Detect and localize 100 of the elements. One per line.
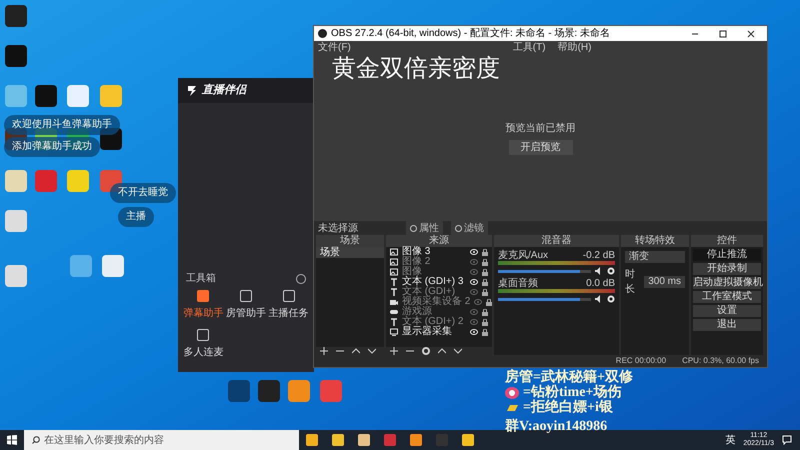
channel-reading: -0.2 dB — [582, 251, 615, 261]
window-title: OBS 27.2.4 (64-bit, windows) - 配置文件: 未命名 - 场景: 未命名 — [331, 26, 611, 41]
desktop-app-icon[interactable] — [258, 380, 280, 402]
overlay-text: =钻粉time+场伤 — [523, 385, 622, 400]
source-name[interactable]: 文本 (GDI+) — [402, 287, 466, 297]
tool-button[interactable]: 房管助手 — [224, 290, 268, 321]
scene-item[interactable]: 场景 — [316, 247, 384, 258]
dock-title: 场景 — [316, 235, 384, 247]
source-name[interactable]: 文本 (GDI+) 3 — [402, 277, 466, 287]
lock-icon — [482, 248, 488, 256]
menu-item[interactable]: 帮助(H) — [558, 41, 592, 54]
lock-icon — [486, 298, 492, 306]
dock-title: 来源 — [386, 235, 492, 247]
logo-icon — [186, 84, 198, 96]
control-button[interactable]: 启动虚拟摄像机 — [693, 277, 761, 289]
tool-button[interactable]: 主播任务 — [267, 290, 310, 321]
start-icon — [7, 435, 17, 445]
selection-status: 未选择源 — [318, 222, 359, 234]
move-down-icon — [454, 347, 462, 355]
desktop-app-icon[interactable] — [67, 170, 89, 192]
toolbox-title: 工具箱 — [186, 272, 216, 286]
source-name[interactable]: 显示器采集 — [402, 327, 466, 337]
desktop-app-icon[interactable] — [67, 85, 89, 107]
chat-toast: 添加弹幕助手成功 — [4, 137, 100, 157]
channel-name: 麦克风/Aux — [498, 251, 548, 261]
desktop-app-icon[interactable] — [102, 255, 124, 277]
text-source-icon — [390, 318, 398, 326]
duration-label: 时长 — [625, 268, 636, 297]
lock-icon — [482, 258, 488, 266]
input-method[interactable]: 英 — [725, 432, 736, 448]
control-button[interactable]: 设置 — [693, 305, 761, 317]
toolbar-button[interactable]: 属性 — [406, 220, 443, 236]
add-icon — [320, 347, 328, 355]
source-name[interactable]: 图像 2 — [402, 257, 466, 267]
chat-toast: 主播 — [118, 207, 154, 227]
control-button[interactable]: 开始录制 — [693, 263, 761, 275]
tool-button[interactable]: 多人连麦 — [182, 329, 225, 360]
taskbar-app-icon[interactable] — [332, 434, 344, 446]
desktop-app-icon[interactable] — [288, 380, 310, 402]
more-icon[interactable] — [296, 274, 306, 284]
tool-button[interactable]: 弹幕助手 — [182, 290, 225, 321]
settings-icon — [607, 267, 615, 275]
overlay-text: 房管=武林秘籍+双修 — [505, 370, 633, 385]
camera-source-icon — [390, 298, 398, 306]
desktop-app-icon[interactable] — [5, 45, 27, 67]
control-button[interactable]: 退出 — [693, 319, 761, 331]
dock-title: 混音器 — [494, 235, 619, 247]
badge-icon — [505, 386, 519, 398]
maximize-icon — [719, 30, 727, 38]
speaker-icon — [595, 267, 603, 275]
menu-item[interactable]: 文件(F) — [318, 41, 351, 54]
desktop-app-icon[interactable] — [100, 85, 122, 107]
text-source-icon — [390, 288, 398, 296]
channel-reading: 0.0 dB — [586, 279, 615, 289]
app-title: 直播伴侣 — [202, 82, 246, 98]
source-name[interactable]: 文本 (GDI+) 2 — [402, 317, 466, 327]
duration-field[interactable]: 300 ms — [644, 276, 685, 288]
toolbar-button[interactable]: 滤镜 — [451, 220, 488, 236]
move-up-icon — [438, 347, 446, 355]
volume-slider[interactable] — [498, 298, 591, 300]
volume-slider[interactable] — [498, 270, 591, 272]
taskbar-app-icon[interactable] — [462, 434, 474, 446]
desktop-app-icon[interactable] — [228, 380, 250, 402]
desktop-app-icon[interactable] — [5, 170, 27, 192]
control-button[interactable]: 停止推流 — [693, 249, 761, 261]
lock-icon — [482, 318, 488, 326]
move-down-icon — [368, 347, 376, 355]
source-name[interactable]: 图像 3 — [402, 247, 466, 257]
recording-time: REC 00:00:00 — [616, 355, 666, 367]
source-name[interactable]: 视频采集设备 2 — [402, 297, 470, 307]
desktop-app-icon[interactable] — [35, 85, 57, 107]
close-icon — [747, 30, 755, 38]
lock-icon — [482, 278, 488, 286]
desktop-app-icon[interactable] — [5, 210, 27, 232]
cpu-status: CPU: 0.3%, 60.00 fps — [682, 355, 759, 367]
game-source-icon — [390, 308, 398, 316]
search-placeholder: 在这里输入你要搜索的内容 — [44, 434, 164, 448]
ingot-icon — [505, 402, 519, 412]
source-name[interactable]: 游戏源 — [402, 307, 466, 317]
text-source-icon — [390, 278, 398, 286]
taskbar-app-icon[interactable] — [384, 434, 396, 446]
display-source-icon — [390, 328, 398, 336]
desktop-app-icon[interactable] — [5, 5, 27, 27]
chat-toast: 不开去睡觉 — [110, 183, 176, 203]
search-field[interactable]: 在这里输入你要搜索的内容 — [24, 430, 299, 450]
desktop-app-icon[interactable] — [5, 265, 27, 287]
transition-dropdown[interactable]: 渐变 — [625, 251, 685, 263]
enable-preview-button[interactable]: 开启预览 — [508, 140, 572, 154]
settings-icon — [422, 347, 430, 355]
source-name[interactable]: 图像 — [402, 267, 466, 277]
menu-item[interactable]: 工具(T) — [512, 41, 546, 54]
dock-title: 控件 — [691, 235, 763, 247]
dock-title: 转场特效 — [621, 235, 689, 247]
overlay-text: =拒绝白嫖+i银 — [523, 400, 613, 415]
settings-icon — [607, 295, 615, 303]
taskbar-app-icon[interactable] — [410, 434, 422, 446]
taskbar-app-icon[interactable] — [358, 434, 370, 446]
control-button[interactable]: 工作室模式 — [693, 291, 761, 303]
app-icon — [318, 29, 327, 38]
taskbar-app-icon[interactable] — [306, 434, 318, 446]
